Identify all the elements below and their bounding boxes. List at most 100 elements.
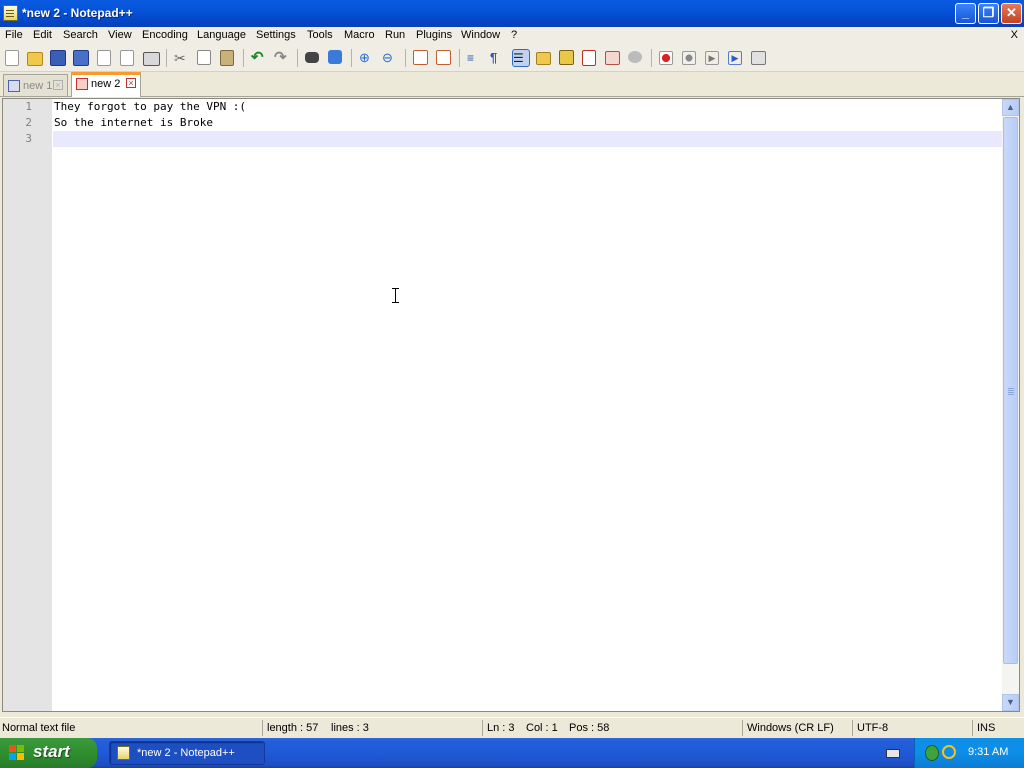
- menu-help[interactable]: ?: [511, 29, 517, 41]
- undo-icon[interactable]: ↶: [251, 50, 267, 66]
- text-line[interactable]: They forgot to pay the VPN :(: [54, 99, 246, 115]
- indent-guide-icon[interactable]: ☰: [512, 49, 530, 67]
- folder-as-workspace-icon[interactable]: [605, 51, 620, 65]
- menu-macro[interactable]: Macro: [344, 29, 375, 41]
- clock[interactable]: 9:31 AM: [968, 746, 1008, 758]
- macro-record-icon[interactable]: [659, 51, 673, 65]
- title-bar[interactable]: *new 2 - Notepad++ _ ❐ ✕: [0, 0, 1024, 27]
- text-line[interactable]: So the internet is Broke: [54, 115, 213, 131]
- zoom-in-icon[interactable]: ⊕: [359, 50, 375, 66]
- vertical-scrollbar[interactable]: ▲ ▼: [1002, 99, 1019, 711]
- scroll-up-button[interactable]: ▲: [1002, 99, 1019, 116]
- scroll-grip: [1008, 390, 1014, 391]
- line-number-gutter[interactable]: 1 2 3: [3, 99, 52, 711]
- modified-document-icon: [76, 78, 88, 90]
- save-all-icon[interactable]: [73, 50, 89, 66]
- user-defined-language-icon[interactable]: [536, 52, 551, 65]
- replace-icon[interactable]: [328, 50, 342, 64]
- menu-run[interactable]: Run: [385, 29, 405, 41]
- notepad-app-icon: [117, 746, 130, 760]
- macro-stop-icon[interactable]: [682, 51, 696, 65]
- editor-pane[interactable]: 1 2 3 They forgot to pay the VPN :( So t…: [2, 98, 1020, 712]
- tab-new-2[interactable]: new 2 ×: [71, 72, 141, 97]
- window-title: *new 2 - Notepad++: [22, 6, 133, 20]
- word-wrap-icon[interactable]: ≡: [467, 50, 483, 66]
- scroll-down-button[interactable]: ▼: [1002, 694, 1019, 711]
- scroll-thumb[interactable]: [1003, 117, 1018, 664]
- scroll-grip: [1008, 388, 1014, 389]
- menu-encoding[interactable]: Encoding: [142, 29, 188, 41]
- start-button[interactable]: start: [0, 738, 97, 768]
- menu-window[interactable]: Window: [461, 29, 500, 41]
- copy-icon[interactable]: [197, 50, 211, 65]
- maximize-button[interactable]: ❐: [978, 3, 999, 24]
- print-icon[interactable]: [143, 52, 160, 66]
- paste-icon[interactable]: [220, 50, 234, 66]
- open-file-icon[interactable]: [27, 52, 43, 66]
- line-number: 3: [25, 132, 32, 145]
- tab-bar: new 1 × new 2 ×: [0, 72, 1024, 97]
- menu-search[interactable]: Search: [63, 29, 98, 41]
- redo-icon[interactable]: ↷: [274, 50, 290, 66]
- function-list-icon[interactable]: [559, 50, 574, 65]
- scroll-grip: [1008, 394, 1014, 395]
- macro-run-multiple-icon[interactable]: ▶: [728, 51, 742, 65]
- taskbar-window-button[interactable]: *new 2 - Notepad++: [109, 741, 265, 765]
- sync-horizontal-icon[interactable]: [436, 50, 451, 65]
- status-ln: Ln : 3: [487, 722, 515, 734]
- menu-edit[interactable]: Edit: [33, 29, 52, 41]
- menu-tools[interactable]: Tools: [307, 29, 333, 41]
- toolbar-separator: [351, 49, 352, 67]
- menu-settings[interactable]: Settings: [256, 29, 296, 41]
- menu-bar: File Edit Search View Encoding Language …: [0, 27, 1024, 45]
- new-file-icon[interactable]: [5, 50, 19, 66]
- status-pos: Pos : 58: [569, 722, 610, 734]
- toolbar: ✂ ↶ ↷ ⊕ ⊖ ≡ ¶ ☰ ▶ ▶: [0, 45, 1024, 72]
- toolbar-separator: [459, 49, 460, 67]
- notepad-app-icon[interactable]: [3, 5, 18, 21]
- search-icon[interactable]: [942, 745, 956, 759]
- tab-close-icon[interactable]: ×: [53, 80, 63, 90]
- menu-language[interactable]: Language: [197, 29, 246, 41]
- cut-icon[interactable]: ✂: [174, 50, 190, 66]
- status-divider: [742, 720, 743, 736]
- text-area[interactable]: They forgot to pay the VPN :( So the int…: [53, 99, 1002, 711]
- show-all-characters-icon[interactable]: ¶: [490, 50, 506, 66]
- monitoring-icon[interactable]: [628, 51, 642, 63]
- close-button[interactable]: ✕: [1001, 3, 1022, 24]
- status-lines: lines : 3: [331, 722, 369, 734]
- close-document-button[interactable]: X: [1011, 29, 1018, 41]
- tab-label: new 2: [91, 78, 121, 90]
- macro-save-icon[interactable]: [751, 51, 766, 65]
- zoom-out-icon[interactable]: ⊖: [382, 50, 398, 66]
- menu-view[interactable]: View: [108, 29, 132, 41]
- status-divider: [482, 720, 483, 736]
- toolbar-separator: [297, 49, 298, 67]
- start-label: start: [33, 742, 70, 761]
- tab-new-1[interactable]: new 1 ×: [3, 74, 68, 96]
- doc-map-icon[interactable]: [582, 50, 596, 66]
- status-divider: [972, 720, 973, 736]
- find-icon[interactable]: [305, 52, 319, 63]
- toolbar-separator: [651, 49, 652, 67]
- menu-file[interactable]: File: [5, 29, 23, 41]
- keyboard-icon[interactable]: [886, 749, 900, 758]
- toolbar-separator: [243, 49, 244, 67]
- tab-label: new 1: [23, 80, 53, 92]
- network-icon[interactable]: [925, 745, 939, 761]
- status-divider: [852, 720, 853, 736]
- status-insert-mode: INS: [977, 722, 996, 734]
- toolbar-separator: [166, 49, 167, 67]
- menu-plugins[interactable]: Plugins: [416, 29, 452, 41]
- minimize-button[interactable]: _: [955, 3, 976, 24]
- toolbar-separator: [405, 49, 406, 67]
- sync-vertical-icon[interactable]: [413, 50, 428, 65]
- macro-playback-icon[interactable]: ▶: [705, 51, 719, 65]
- close-file-icon[interactable]: [97, 50, 111, 66]
- status-length: length : 57: [267, 722, 319, 734]
- close-all-icon[interactable]: [120, 50, 134, 66]
- taskbar-window-label: *new 2 - Notepad++: [137, 747, 235, 759]
- tab-close-icon[interactable]: ×: [126, 78, 136, 88]
- save-icon[interactable]: [50, 50, 66, 66]
- current-line-highlight: [53, 131, 1002, 147]
